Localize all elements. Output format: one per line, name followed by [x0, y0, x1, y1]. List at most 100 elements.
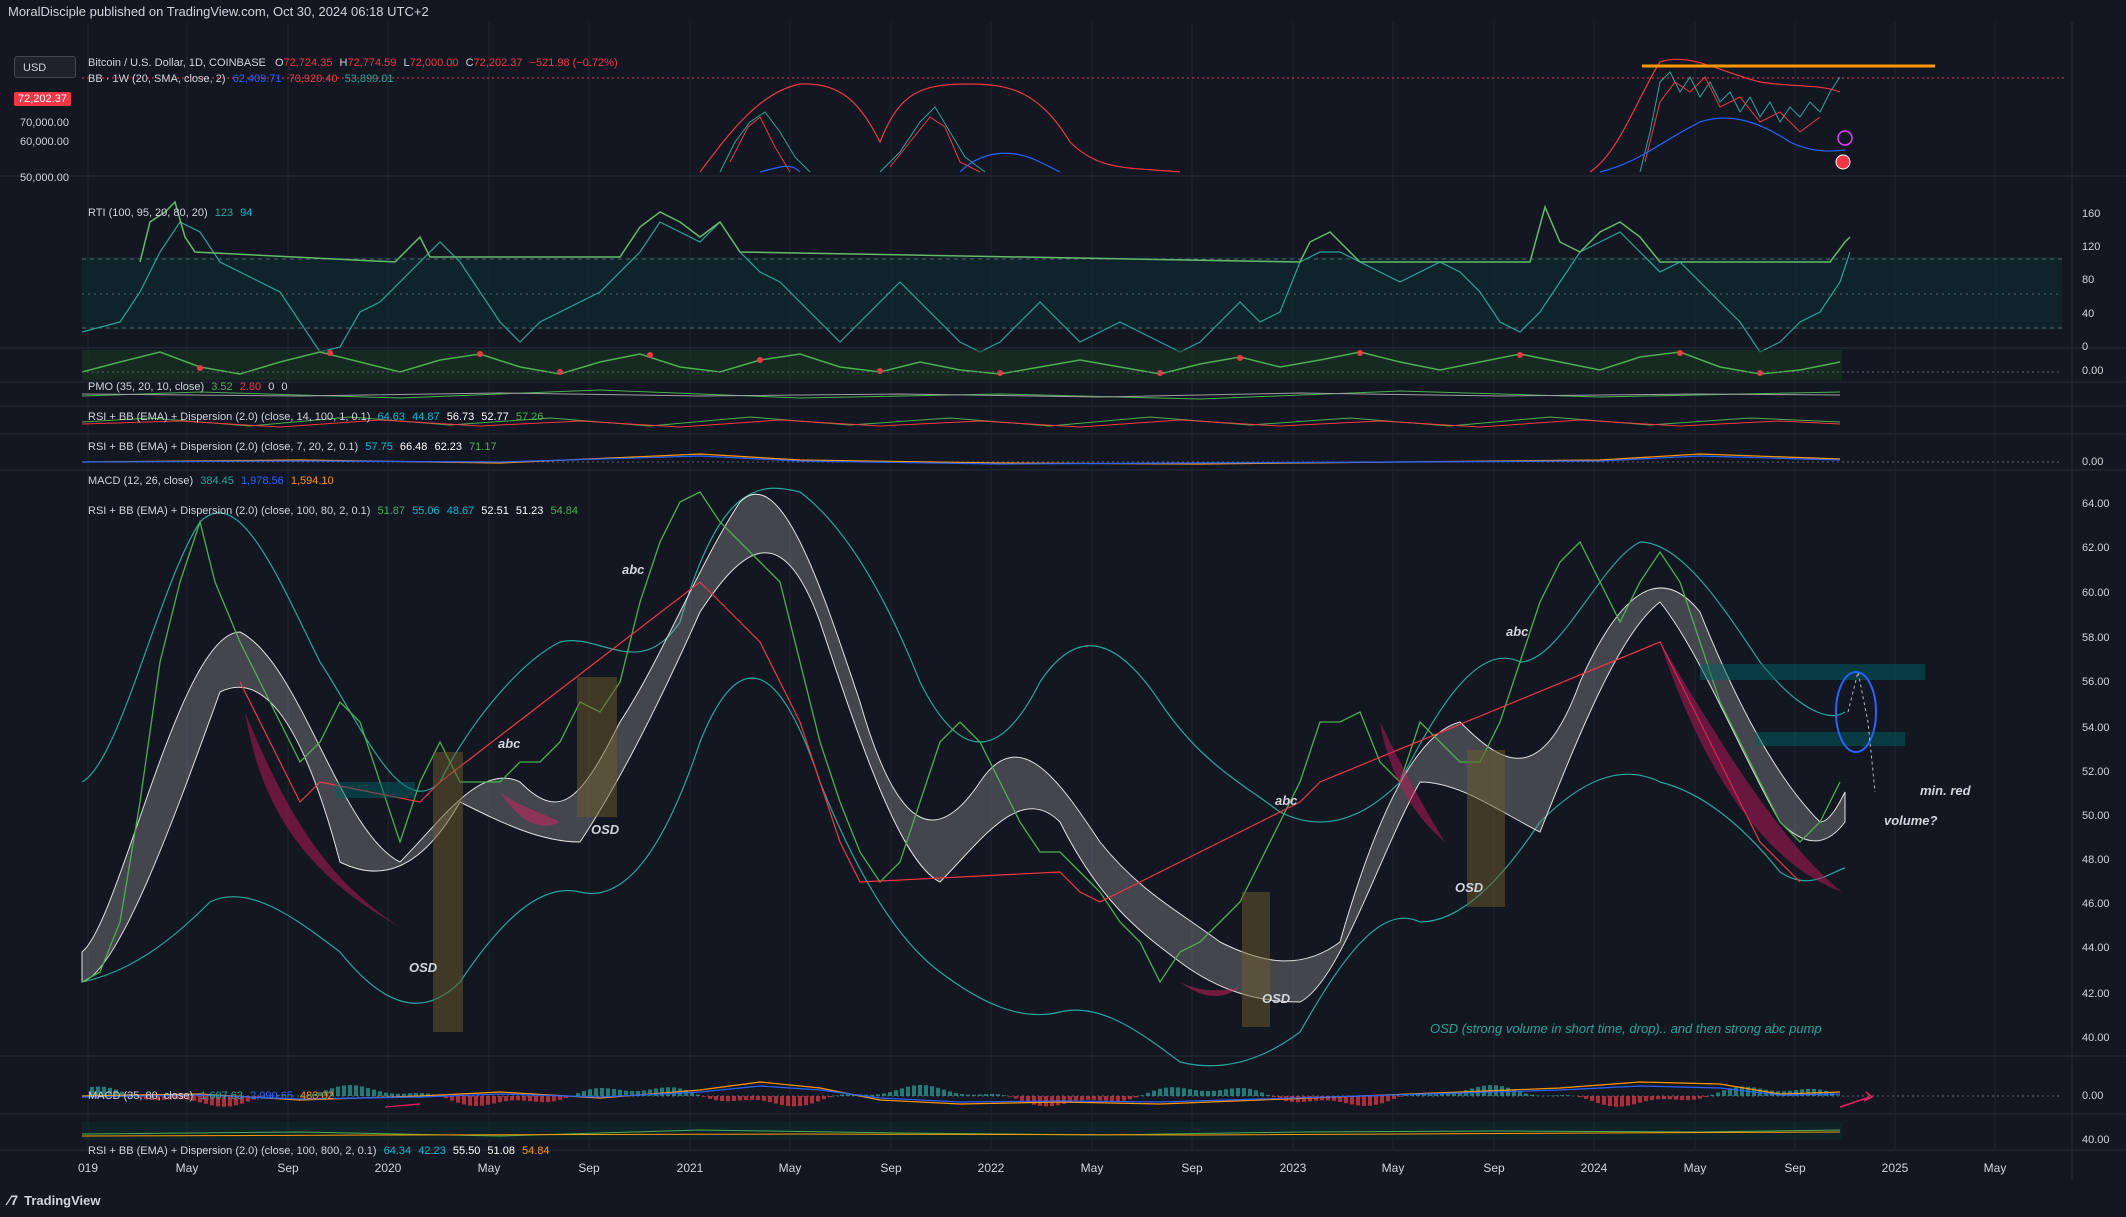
rsi1-legend[interactable]: RSI + BB (EMA) + Dispersion (2.0) (close… — [88, 411, 543, 423]
pmo-legend[interactable]: PMO (35, 20, 10, close) 3.52 2.80 0 0 — [88, 381, 288, 393]
time-axis-label: 2025 — [1882, 1161, 1909, 1175]
time-axis-label: 2024 — [1581, 1161, 1608, 1175]
time-axis-label: Sep — [1181, 1161, 1203, 1175]
macd-histogram-bar — [654, 1088, 658, 1096]
macd-histogram-bar — [1158, 1088, 1162, 1096]
macd-histogram-bar — [1560, 1095, 1564, 1096]
macd-histogram-bar — [1710, 1094, 1714, 1096]
rsi-main-tick: 46.00 — [2082, 898, 2110, 910]
alert-icon — [1837, 130, 1853, 146]
macd-histogram-bar — [810, 1096, 814, 1104]
macd-histogram-bar — [588, 1089, 592, 1096]
macd-histogram-bar — [480, 1096, 484, 1106]
macd-histogram-bar — [468, 1096, 472, 1106]
macd-histogram-bar — [402, 1093, 406, 1096]
macd-histogram-bar — [1308, 1096, 1312, 1102]
macd-histogram-bar — [666, 1087, 670, 1096]
macd-histogram-bar — [786, 1096, 790, 1106]
rsi3-legend[interactable]: RSI + BB (EMA) + Dispersion (2.0) (close… — [88, 1145, 550, 1157]
macd-histogram-bar — [1020, 1096, 1024, 1101]
macd-arrow — [1839, 1096, 1871, 1108]
macd-histogram-bar — [972, 1094, 976, 1096]
macd-histogram-bar — [720, 1096, 724, 1102]
macd-histogram-bar — [1584, 1096, 1588, 1099]
osd-box-2020 — [433, 752, 463, 1032]
macd-histogram-bar — [1716, 1092, 1720, 1096]
macd-histogram-bar — [1272, 1096, 1276, 1098]
rti-tick: 40 — [2082, 308, 2095, 320]
macd-histogram-bar — [1590, 1096, 1594, 1101]
macd-histogram-bar — [924, 1085, 928, 1096]
macd-small-pane — [81, 453, 2062, 465]
macd-histogram-bar — [1614, 1096, 1618, 1107]
chart-canvas[interactable]: abc abc abc abc OSD OSD OSD OSD min. red… — [0, 22, 2126, 1180]
macd1-legend[interactable]: MACD (12, 26, close) 384.45 1,978.56 1,5… — [88, 475, 334, 487]
macd-histogram-bar — [522, 1096, 526, 1101]
macd-histogram-bar — [762, 1096, 766, 1101]
macd-histogram-bar — [1362, 1096, 1366, 1106]
macd-histogram-bar — [828, 1096, 832, 1098]
rsi-main-pane: abc abc abc abc OSD OSD OSD OSD min. red… — [81, 487, 1972, 1067]
rsi-main-tick: 40.00 — [2082, 1032, 2110, 1044]
tradingview-logo[interactable]: ⁄7 TradingView — [8, 1192, 100, 1208]
rsi-bb-band — [81, 493, 1846, 1003]
price-tick-50000: 50,000.00 — [20, 172, 69, 184]
macd-histogram-bar — [1152, 1090, 1156, 1096]
brand-name: TradingView — [24, 1192, 101, 1208]
macd-histogram-bar — [1002, 1095, 1006, 1096]
macd-histogram-bar — [1236, 1088, 1240, 1096]
ohlc-low: 72,000.00 — [409, 57, 459, 69]
macd-histogram-bar — [840, 1094, 844, 1096]
last-price-tag: 72,202.37 — [14, 92, 71, 106]
macd-histogram-bar — [366, 1087, 370, 1096]
macd-histogram-bar — [918, 1085, 922, 1096]
rti-legend[interactable]: RTI (100, 95, 20, 80, 20) 123 94 — [88, 207, 252, 219]
time-axis-label: May — [1382, 1161, 1405, 1175]
time-axis[interactable]: 019 May Sep 2020 May Sep 2021 May Sep 2022 May Sep 2… — [78, 1161, 2006, 1175]
annot-abc-2020b: abc — [498, 736, 521, 751]
time-axis-label: May — [1684, 1161, 1707, 1175]
macd-histogram-bar — [750, 1096, 754, 1100]
rti-tick: 120 — [2082, 241, 2101, 253]
macd-histogram-bar — [1248, 1088, 1252, 1096]
macd-histogram-bar — [1098, 1096, 1102, 1101]
annot-abc-2020: abc — [622, 562, 645, 577]
macd-histogram-bar — [510, 1096, 514, 1101]
macd-histogram-bar — [696, 1094, 700, 1096]
time-axis-label: May — [1984, 1161, 2007, 1175]
macd-histogram-bar — [1644, 1096, 1648, 1102]
macd-histogram-bar — [798, 1096, 802, 1107]
macd-histogram-bar — [1578, 1096, 1582, 1098]
time-axis-label: Sep — [578, 1161, 600, 1175]
macd-histogram-bar — [1104, 1096, 1108, 1101]
macd-histogram-bar — [486, 1096, 490, 1105]
rsi-main-tick: 42.00 — [2082, 988, 2110, 1000]
currency-button[interactable]: USD — [14, 56, 76, 78]
macd-histogram-bar — [1608, 1096, 1612, 1107]
time-axis-label: Sep — [880, 1161, 902, 1175]
macd-histogram-bar — [876, 1094, 880, 1096]
macd-histogram-bar — [1596, 1096, 1600, 1104]
macd2-legend[interactable]: MACD (35, 80, close) 1,607.63 2,090.65 4… — [88, 1090, 334, 1102]
macd-histogram-bar — [714, 1096, 718, 1101]
time-axis-label: Sep — [1784, 1161, 1806, 1175]
rsi-main-legend[interactable]: RSI + BB (EMA) + Dispersion (2.0) (close… — [88, 505, 578, 517]
macd-histogram-bar — [1566, 1095, 1570, 1096]
macd-histogram-bar — [396, 1093, 400, 1096]
rsi-main-tick: 64.00 — [2082, 498, 2110, 510]
macd-histogram-bar — [1080, 1096, 1084, 1101]
macd-histogram-bar — [1722, 1090, 1726, 1096]
macd-histogram-bar — [744, 1096, 748, 1100]
macd-histogram-bar — [738, 1096, 742, 1101]
macd-histogram-bar — [1110, 1096, 1114, 1102]
rsi-main-tick: 62.00 — [2082, 542, 2110, 554]
macd-histogram-bar — [594, 1088, 598, 1096]
macd-histogram-bar — [1524, 1093, 1528, 1096]
macd-histogram-bar — [894, 1090, 898, 1096]
bb-legend[interactable]: BB · 1W (20, SMA, close, 2) 62,409.71 70… — [88, 73, 394, 85]
annot-abc-2023: abc — [1275, 793, 1298, 808]
symbol-legend[interactable]: Bitcoin / U.S. Dollar, 1D, COINBASE O72,… — [88, 57, 618, 69]
rsi2-legend[interactable]: RSI + BB (EMA) + Dispersion (2.0) (close… — [88, 441, 497, 453]
macd2-tick: 0.00 — [2082, 1090, 2104, 1102]
annot-osd-2023: OSD — [1455, 880, 1484, 895]
